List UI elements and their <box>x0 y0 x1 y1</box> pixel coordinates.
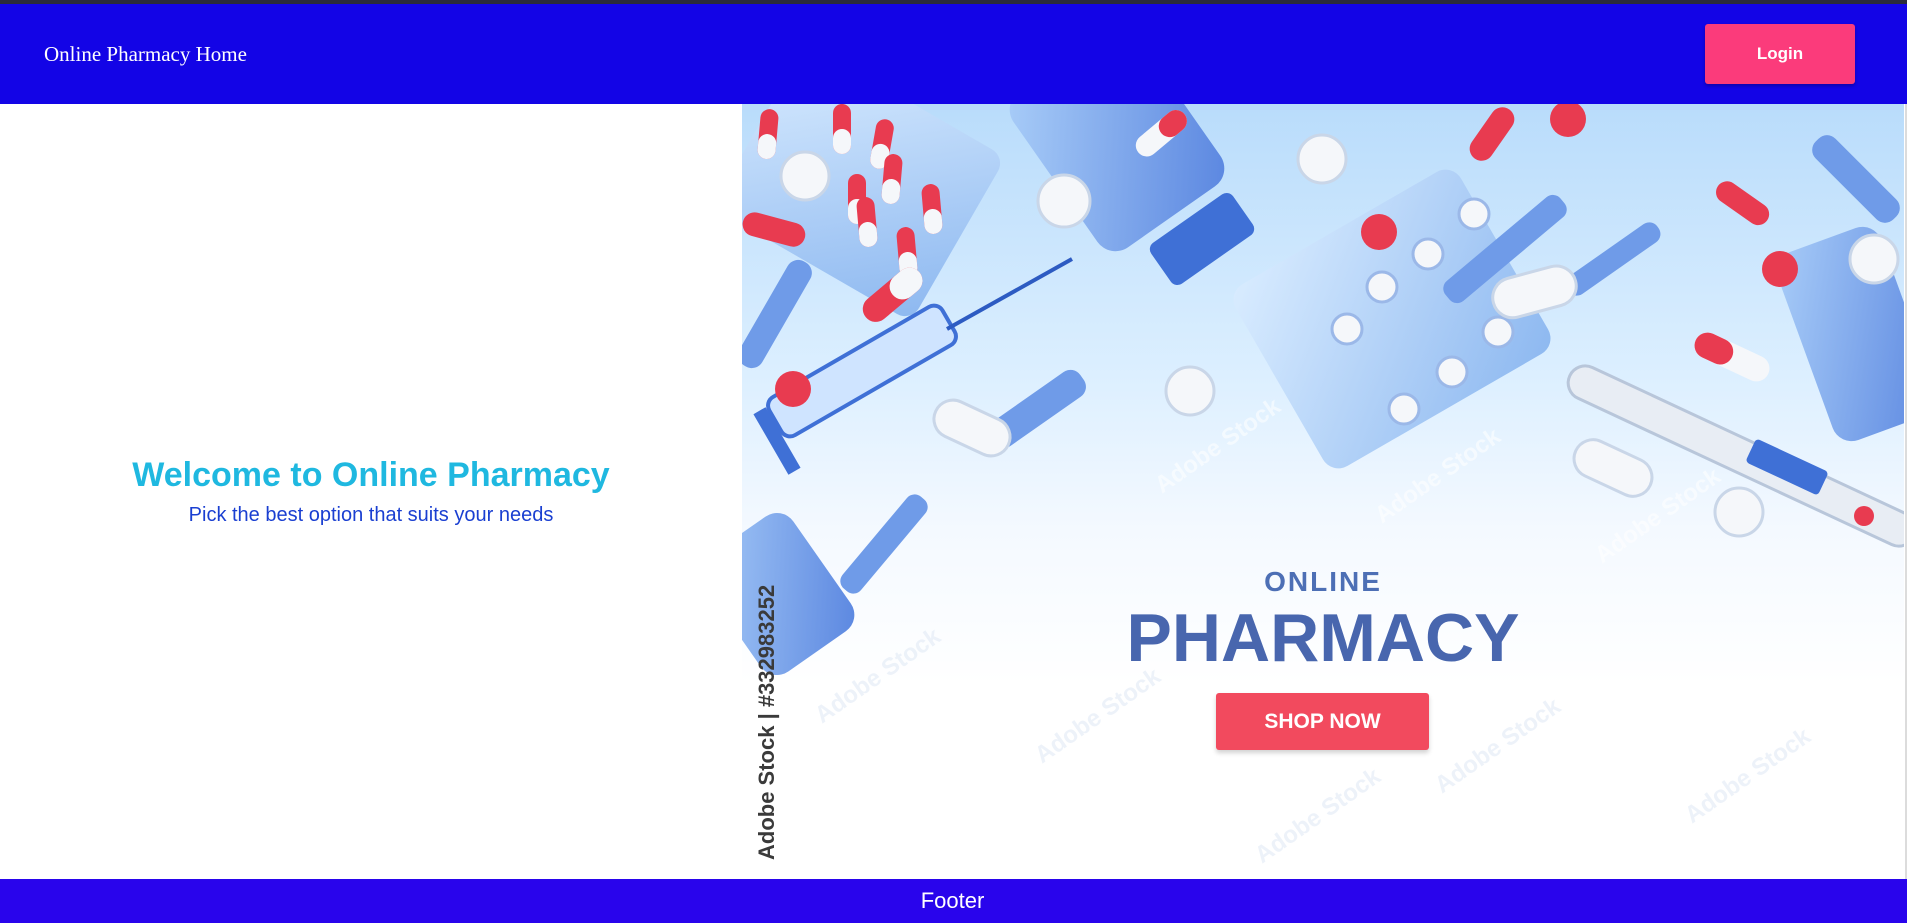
hero-headline-online: ONLINE <box>1264 566 1382 597</box>
page-footer: Footer <box>0 879 1907 923</box>
welcome-subtitle: Pick the best option that suits your nee… <box>188 503 554 526</box>
svg-text:Adobe Stock: Adobe Stock <box>1430 692 1566 799</box>
hero-banner-image: Adobe Stock Adobe Stock Adobe Stock Adob… <box>742 104 1904 878</box>
login-button[interactable]: Login <box>1705 24 1855 84</box>
top-navbar: Online Pharmacy Home Login <box>0 4 1907 104</box>
footer-label: Footer <box>920 888 985 913</box>
welcome-section: Welcome to Online Pharmacy Pick the best… <box>0 104 742 878</box>
shop-now-button[interactable]: SHOP NOW <box>1216 693 1429 750</box>
svg-text:Adobe Stock: Adobe Stock <box>1680 722 1816 829</box>
welcome-title: Welcome to Online Pharmacy <box>132 455 610 494</box>
svg-text:Adobe Stock: Adobe Stock <box>1250 762 1386 869</box>
hero-headline-pharmacy: PHARMACY <box>1126 600 1520 676</box>
stock-credit-label: Adobe Stock | #332983252 <box>754 584 779 860</box>
svg-text:Adobe Stock: Adobe Stock <box>1030 662 1166 769</box>
site-title[interactable]: Online Pharmacy Home <box>44 42 247 67</box>
blister-pack-center <box>1233 169 1559 469</box>
medicine-illustration: Adobe Stock Adobe Stock Adobe Stock Adob… <box>742 104 1904 869</box>
svg-text:Adobe Stock: Adobe Stock <box>1150 392 1286 499</box>
